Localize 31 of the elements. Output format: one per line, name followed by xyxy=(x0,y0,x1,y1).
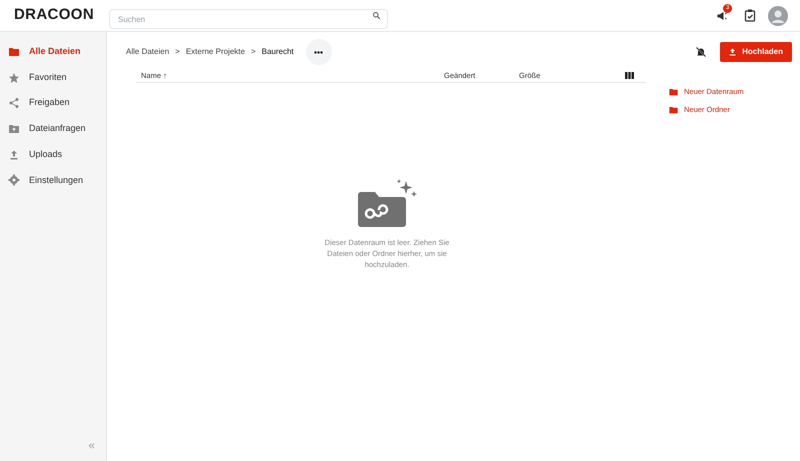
bell-off-icon[interactable] xyxy=(695,46,708,58)
breadcrumb[interactable]: Baurecht xyxy=(262,46,294,58)
breadcrumb[interactable]: Alle Dateien xyxy=(126,46,170,58)
folder-icon xyxy=(8,46,20,58)
sidebar-item[interactable]: Uploads xyxy=(0,142,106,168)
folder-icon xyxy=(669,106,678,114)
gear-icon xyxy=(8,174,20,186)
more-icon xyxy=(314,50,324,54)
sidebar-item[interactable]: Freigaben xyxy=(0,90,106,116)
search-field[interactable]: Suchen xyxy=(109,9,388,29)
sidebar-item[interactable]: Alle Dateien xyxy=(0,39,106,65)
clipboard-check-icon[interactable] xyxy=(744,9,756,22)
breadcrumb-separator: > xyxy=(175,46,180,58)
search-icon xyxy=(372,11,381,20)
breadcrumb-separator: > xyxy=(250,46,256,58)
upload-button[interactable]: Hochladen xyxy=(720,42,792,62)
folder-upload-icon xyxy=(8,122,20,135)
breadcrumb[interactable]: Externe Projekte xyxy=(186,46,245,58)
empty-folder-drawing xyxy=(356,179,418,229)
star-icon xyxy=(8,72,20,84)
sidebar-item[interactable]: Favoriten xyxy=(0,64,106,90)
logo[interactable]: DRACOON xyxy=(14,4,94,27)
upload-icon xyxy=(729,48,736,56)
megaphone-icon[interactable] xyxy=(716,10,728,22)
upload-icon xyxy=(8,148,20,161)
columns-icon[interactable] xyxy=(625,72,634,79)
avatar[interactable] xyxy=(768,6,788,26)
share-icon xyxy=(8,97,20,110)
sidebar-item[interactable]: Dateianfragen xyxy=(0,116,106,142)
sidebar-item[interactable]: Einstellungen xyxy=(0,167,106,194)
folder-icon xyxy=(669,88,678,96)
